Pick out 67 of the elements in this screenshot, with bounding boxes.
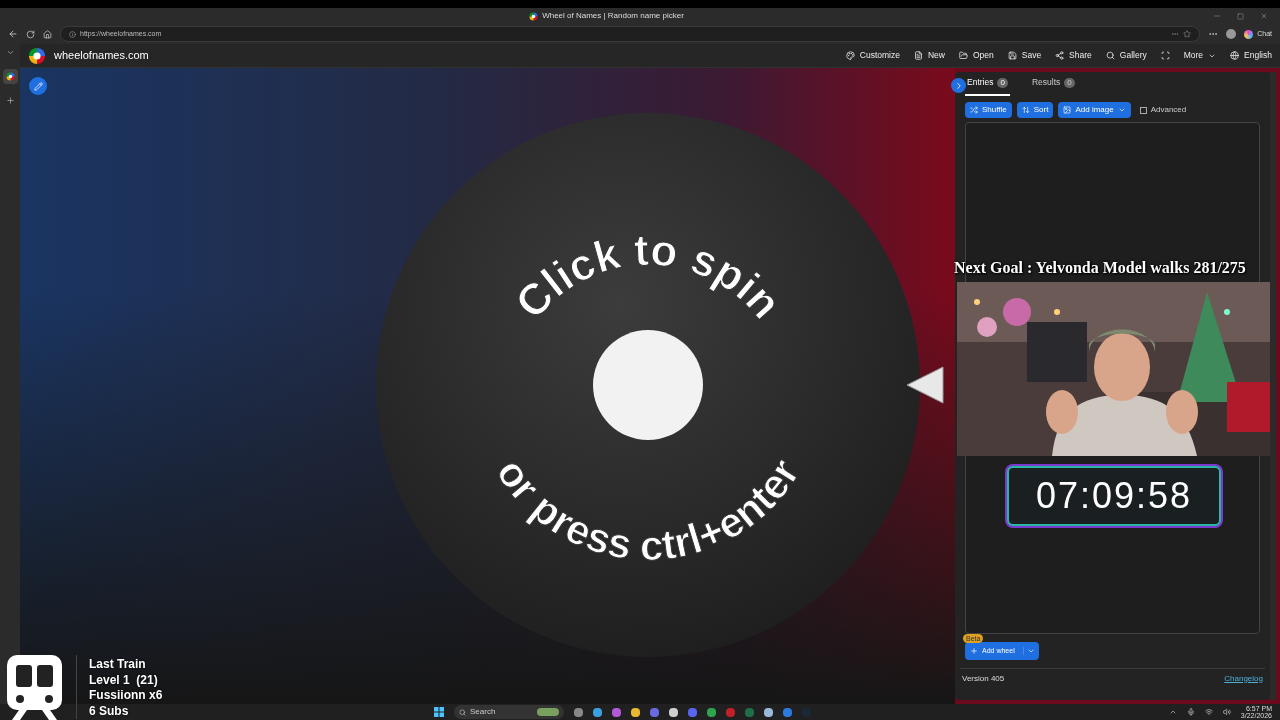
version-label: Version 405	[962, 672, 1005, 685]
count-badge: 0	[997, 77, 1008, 88]
logo-icon	[28, 46, 46, 65]
advanced-label: Advanced	[1150, 104, 1187, 116]
back-icon[interactable]	[8, 29, 18, 39]
collapse-icon[interactable]	[5, 48, 15, 57]
open-icon	[958, 51, 968, 60]
countdown-timer: 07:09:58	[1007, 466, 1221, 526]
new-tab-icon[interactable]	[5, 96, 15, 105]
menu-item[interactable]: Share	[1055, 49, 1092, 62]
train-stat: Last Train	[89, 657, 147, 673]
menu-item[interactable]	[1160, 51, 1170, 60]
volume-icon[interactable]	[1222, 708, 1231, 716]
fullscreen-icon	[1160, 51, 1170, 60]
site-name[interactable]: wheelofnames.com	[54, 47, 149, 64]
mic-icon[interactable]	[1186, 708, 1195, 716]
menu-item[interactable]: English	[1230, 49, 1272, 62]
train-stat: Fussiionn x6	[89, 688, 163, 704]
action-button[interactable]: Sort	[1016, 102, 1054, 118]
wifi-icon[interactable]	[1204, 708, 1213, 716]
menu-item[interactable]: Save	[1007, 49, 1042, 62]
tab-favicon-icon	[529, 11, 539, 21]
menu-item[interactable]: Customize	[845, 49, 900, 62]
avatar-icon[interactable]	[1226, 29, 1237, 39]
train-stat: Level 1 (21)	[89, 672, 159, 688]
caret-icon	[1026, 647, 1035, 655]
edit-button[interactable]	[29, 77, 47, 95]
changelog-link[interactable]: Changelog	[1224, 672, 1263, 685]
plus-icon	[970, 647, 978, 655]
action-button[interactable]: Shuffle	[965, 102, 1012, 118]
goal-text: Next Goal : Yelvonda Model walks 281/275	[954, 258, 1246, 278]
action-button[interactable]: Add image	[1058, 102, 1131, 118]
close-icon[interactable]	[1260, 12, 1268, 20]
sort-icon	[1021, 106, 1030, 114]
train-stat: 6 Subs	[89, 703, 130, 719]
new-icon	[913, 51, 923, 60]
pencil-icon	[33, 81, 43, 91]
copilot-icon	[1244, 29, 1254, 39]
language-icon	[1230, 51, 1240, 60]
count-badge: 0	[1064, 77, 1075, 88]
tray-chevron-icon[interactable]	[1168, 708, 1177, 716]
page-actions-icon[interactable]	[1171, 30, 1180, 38]
taskbar-search-field[interactable]: Search	[454, 705, 564, 719]
caret-icon	[1117, 106, 1126, 114]
home-icon[interactable]	[43, 29, 52, 39]
advanced-checkbox[interactable]	[1139, 106, 1147, 114]
menu-item[interactable]: Gallery	[1105, 49, 1147, 62]
reload-icon[interactable]	[26, 29, 35, 39]
panel-tab[interactable]: Entries 0	[965, 76, 1010, 96]
menu-item[interactable]: More	[1183, 49, 1217, 62]
menu-item[interactable]: New	[913, 49, 945, 62]
site-info-icon[interactable]	[69, 30, 76, 38]
image-icon	[1063, 106, 1072, 114]
shuffle-icon	[970, 106, 978, 114]
search-icon	[459, 708, 466, 716]
menu-item[interactable]: Open	[958, 49, 994, 62]
tab-thumbnail[interactable]	[2, 69, 18, 84]
start-icon[interactable]	[434, 707, 444, 717]
gallery-icon	[1105, 51, 1115, 60]
pointer-icon	[905, 365, 945, 405]
tab-title[interactable]: Wheel of Names | Random name picker	[542, 10, 684, 22]
favorite-icon[interactable]	[1183, 30, 1192, 38]
favicon-icon	[5, 72, 15, 81]
share-icon	[1055, 51, 1065, 60]
panel-tab[interactable]: Results 0	[1029, 76, 1077, 96]
customize-icon	[845, 51, 855, 60]
save-icon	[1007, 51, 1017, 60]
